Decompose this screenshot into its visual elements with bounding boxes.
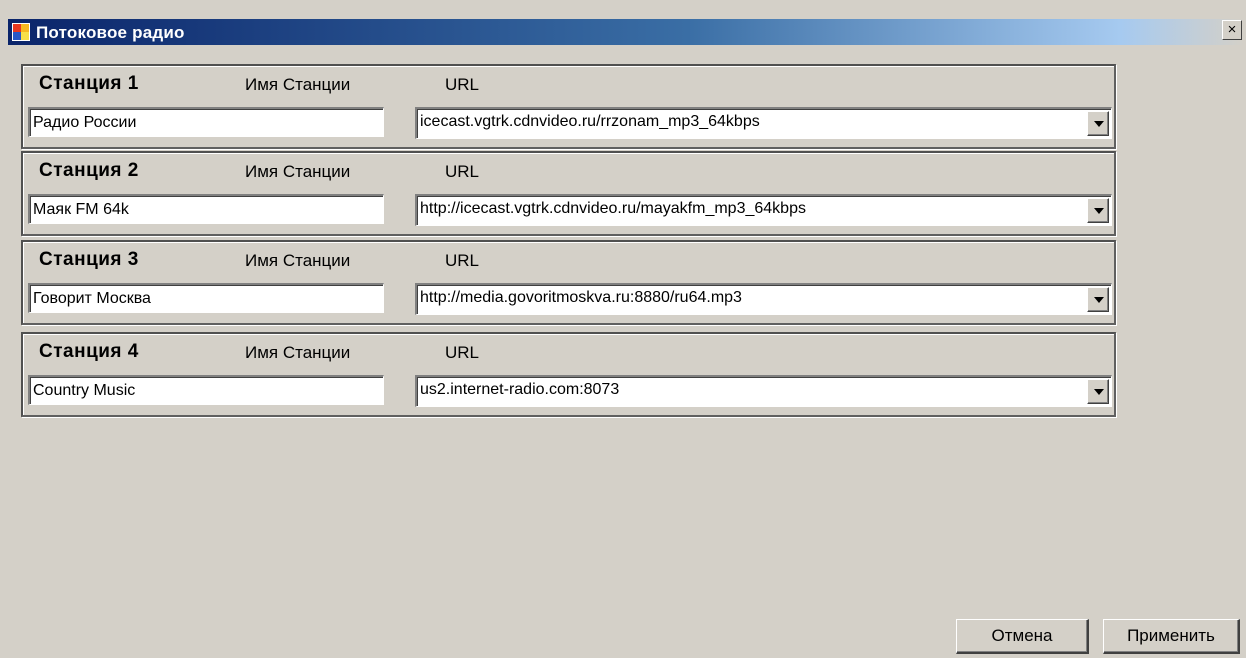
station-title: Станция 1 [39,73,139,94]
station-name-label: Имя Станции [245,251,351,270]
dropdown-button[interactable] [1087,111,1109,136]
close-icon[interactable]: × [1222,20,1242,40]
station-title: Станция 2 [39,160,139,181]
station-name-label: Имя Станции [245,75,351,94]
station-name-input[interactable] [28,375,384,405]
station-name-label: Имя Станции [245,343,351,362]
station-url-value: icecast.vgtrk.cdnvideo.ru/rrzonam_mp3_64… [420,113,760,130]
station-url-combobox[interactable]: http://media.govoritmoskva.ru:8880/ru64.… [415,283,1112,315]
chevron-down-icon [1094,208,1104,214]
apply-button[interactable]: Применить [1103,619,1240,654]
window-title: Потоковое радио [36,23,185,42]
station-url-value: http://media.govoritmoskva.ru:8880/ru64.… [420,289,742,306]
station-group-4: Станция 4 Имя Станции URL us2.internet-r… [21,332,1116,417]
station-name-input[interactable] [28,107,384,137]
station-url-combobox[interactable]: icecast.vgtrk.cdnvideo.ru/rrzonam_mp3_64… [415,107,1112,139]
chevron-down-icon [1094,121,1104,127]
cancel-button[interactable]: Отмена [956,619,1089,654]
station-url-label: URL [445,75,480,94]
station-url-label: URL [445,251,480,270]
title-bar: Потоковое радио [8,19,1244,45]
station-url-value: us2.internet-radio.com:8073 [420,381,620,398]
station-title: Станция 4 [39,341,139,362]
dropdown-button[interactable] [1087,287,1109,312]
station-title: Станция 3 [39,249,139,270]
station-name-label: Имя Станции [245,162,351,181]
dropdown-button[interactable] [1087,198,1109,223]
stream-radio-dialog: Потоковое радио × Станция 1 Имя Станции … [0,0,1246,658]
dropdown-button[interactable] [1087,379,1109,404]
chevron-down-icon [1094,297,1104,303]
station-group-1: Станция 1 Имя Станции URL icecast.vgtrk.… [21,64,1116,149]
station-group-3: Станция 3 Имя Станции URL http://media.g… [21,240,1116,325]
station-name-input[interactable] [28,194,384,224]
station-url-combobox[interactable]: us2.internet-radio.com:8073 [415,375,1112,407]
station-url-label: URL [445,162,480,181]
station-url-value: http://icecast.vgtrk.cdnvideo.ru/mayakfm… [420,200,806,217]
station-url-label: URL [445,343,480,362]
station-name-input[interactable] [28,283,384,313]
station-group-2: Станция 2 Имя Станции URL http://icecast… [21,151,1116,236]
chevron-down-icon [1094,389,1104,395]
station-url-combobox[interactable]: http://icecast.vgtrk.cdnvideo.ru/mayakfm… [415,194,1112,226]
app-window-icon [12,23,30,41]
